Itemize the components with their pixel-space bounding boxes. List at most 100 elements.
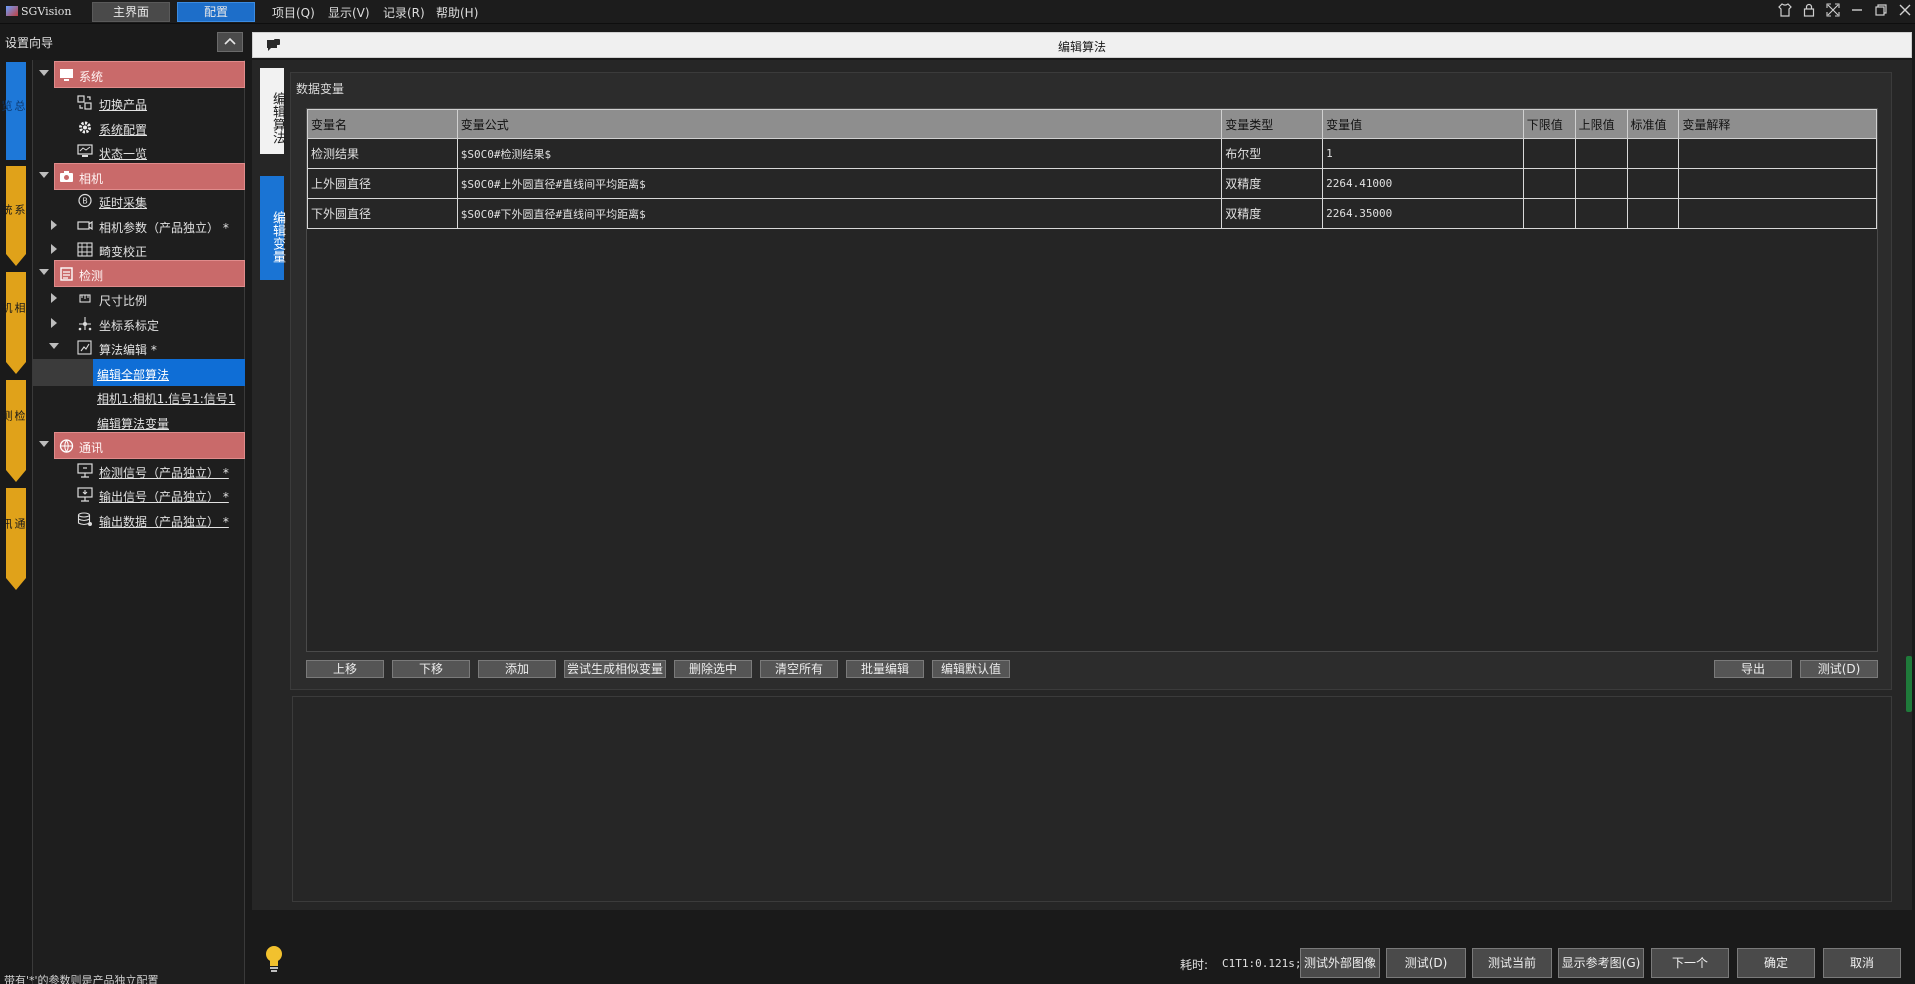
cell-formula[interactable]: $S0C0#检测结果$ (456, 138, 1223, 169)
edit-defaults-button[interactable]: 编辑默认值 (932, 660, 1010, 678)
lightbulb-icon[interactable] (264, 944, 284, 974)
fullscreen-icon[interactable] (1824, 3, 1842, 21)
cell-type[interactable]: 双精度 (1221, 168, 1324, 199)
col-header-standard[interactable]: 标准值 (1626, 109, 1680, 139)
cell-type[interactable]: 布尔型 (1221, 138, 1324, 169)
export-button[interactable]: 导出 (1714, 660, 1792, 678)
tree-item-size-ratio[interactable]: 尺寸比例 (33, 285, 245, 312)
cell-value[interactable]: 2264.41000 (1322, 168, 1524, 199)
cell-formula[interactable]: $S0C0#下外圆直径#直线间平均距离$ (456, 198, 1223, 229)
col-header-lower[interactable]: 下限值 (1522, 109, 1576, 139)
tree-category-system[interactable]: 系统 (33, 61, 245, 88)
lock-icon[interactable] (1800, 3, 1818, 21)
cell-value[interactable]: 2264.35000 (1322, 198, 1524, 229)
expand-arrow-icon[interactable] (39, 172, 49, 178)
close-icon[interactable] (1896, 3, 1914, 21)
cell-description[interactable] (1678, 168, 1877, 199)
restore-icon[interactable] (1872, 3, 1890, 21)
cell-type[interactable]: 双精度 (1221, 198, 1324, 229)
cell-lower[interactable] (1522, 198, 1576, 229)
cell-formula[interactable]: $S0C0#上外圆直径#直线间平均距离$ (456, 168, 1223, 199)
tree-item-output-signal[interactable]: 输出信号（产品独立） * (33, 481, 245, 508)
tab-edit-variables[interactable]: 编辑变量 (260, 176, 285, 280)
cell-var-name[interactable]: 检测结果 (307, 138, 458, 169)
tree-item-coord-calib[interactable]: 坐标系标定 (33, 310, 245, 337)
col-header-value[interactable]: 变量值 (1322, 109, 1524, 139)
cell-standard[interactable] (1626, 198, 1680, 229)
minimize-icon[interactable] (1848, 3, 1866, 21)
cell-value[interactable]: 1 (1322, 138, 1524, 169)
col-header-description[interactable]: 变量解释 (1678, 109, 1877, 139)
collapse-button[interactable] (217, 32, 243, 52)
table-row[interactable]: 下外圆直径 $S0C0#下外圆直径#直线间平均距离$ 双精度 2264.3500… (307, 198, 1877, 229)
cell-standard[interactable] (1626, 138, 1680, 169)
tree-category-camera[interactable]: 相机 (33, 163, 245, 190)
table-row[interactable]: 上外圆直径 $S0C0#上外圆直径#直线间平均距离$ 双精度 2264.4100… (307, 168, 1877, 199)
cell-upper[interactable] (1574, 198, 1628, 229)
tree-item-camera1-signal[interactable]: 相机1:相机1.信号1:信号1 (33, 383, 245, 410)
cell-var-name[interactable]: 上外圆直径 (307, 168, 458, 199)
expand-arrow-icon[interactable] (51, 318, 57, 328)
menu-record[interactable]: 记录(R) (383, 4, 425, 21)
add-button[interactable]: 添加 (478, 660, 556, 678)
clear-all-button[interactable]: 清空所有 (760, 660, 838, 678)
cell-description[interactable] (1678, 138, 1877, 169)
scrollbar-handle[interactable] (1906, 656, 1912, 712)
col-header-var-name[interactable]: 变量名 (307, 109, 458, 139)
show-reference-button[interactable]: 显示参考图(G) (1558, 948, 1644, 978)
tree-item-edit-algorithm-vars[interactable]: 编辑算法变量 (33, 408, 245, 435)
move-up-button[interactable]: 上移 (306, 660, 384, 678)
col-header-upper[interactable]: 上限值 (1574, 109, 1628, 139)
col-header-formula[interactable]: 变量公式 (456, 109, 1223, 139)
cell-lower[interactable] (1522, 168, 1576, 199)
test-current-button[interactable]: 测试当前 (1472, 948, 1552, 978)
tree-item-status-overview[interactable]: 状态一览 (33, 138, 245, 165)
tab-config[interactable]: 配置 (177, 2, 255, 22)
expand-arrow-icon[interactable] (51, 220, 57, 230)
expand-arrow-icon[interactable] (51, 293, 57, 303)
expand-arrow-icon[interactable] (39, 269, 49, 275)
test-external-image-button[interactable]: 测试外部图像 (1300, 948, 1380, 978)
generate-similar-button[interactable]: 尝试生成相似变量 (564, 660, 666, 678)
test-table-button[interactable]: 测试(D) (1800, 660, 1878, 678)
tree-item-system-config[interactable]: 系统配置 (33, 114, 245, 141)
tree-item-switch-product[interactable]: 切换产品 (33, 89, 245, 116)
cancel-button[interactable]: 取消 (1823, 948, 1901, 978)
table-row[interactable]: 检测结果 $S0C0#检测结果$ 布尔型 1 (307, 138, 1877, 169)
ok-button[interactable]: 确定 (1737, 948, 1815, 978)
cell-standard[interactable] (1626, 168, 1680, 199)
expand-arrow-icon[interactable] (39, 441, 49, 447)
tree-item-distortion[interactable]: 畸变校正 (33, 236, 245, 263)
test-button[interactable]: 测试(D) (1386, 948, 1466, 978)
menu-project[interactable]: 项目(Q) (272, 4, 315, 21)
delete-selected-button[interactable]: 删除选中 (674, 660, 752, 678)
next-button[interactable]: 下一个 (1651, 948, 1729, 978)
batch-edit-button[interactable]: 批量编辑 (846, 660, 924, 678)
menu-help[interactable]: 帮助(H) (436, 4, 478, 21)
expand-arrow-icon[interactable] (49, 343, 59, 349)
move-down-button[interactable]: 下移 (392, 660, 470, 678)
tree-item-delay-capture[interactable]: B 延时采集 (33, 187, 245, 214)
camera-icon (60, 171, 73, 182)
network-icon (59, 439, 74, 453)
skin-icon[interactable] (1776, 3, 1794, 21)
cell-lower[interactable] (1522, 138, 1576, 169)
tab-main-interface[interactable]: 主界面 (92, 2, 170, 22)
col-header-type[interactable]: 变量类型 (1221, 109, 1324, 139)
tree-item-detect-signal[interactable]: 检测信号（产品独立） * (33, 457, 245, 484)
menu-display[interactable]: 显示(V) (328, 4, 370, 21)
tree-category-comm[interactable]: 通讯 (33, 432, 245, 459)
tree-item-algorithm-edit[interactable]: 算法编辑 * (33, 334, 245, 361)
tree-category-detect[interactable]: 检测 (33, 260, 245, 287)
expand-arrow-icon[interactable] (51, 244, 57, 254)
cell-description[interactable] (1678, 198, 1877, 229)
tree-item-output-data[interactable]: 输出数据（产品独立） * (33, 506, 245, 533)
nav-header-title: 设置向导 (5, 36, 54, 50)
expand-arrow-icon[interactable] (39, 70, 49, 76)
tree-item-edit-all-algorithms[interactable]: 编辑全部算法 (33, 359, 245, 386)
cell-var-name[interactable]: 下外圆直径 (307, 198, 458, 229)
tab-edit-algorithm[interactable]: 编辑算法 (260, 68, 285, 154)
cell-upper[interactable] (1574, 168, 1628, 199)
tree-item-camera-params[interactable]: 相机参数（产品独立） * (33, 212, 245, 239)
cell-upper[interactable] (1574, 138, 1628, 169)
